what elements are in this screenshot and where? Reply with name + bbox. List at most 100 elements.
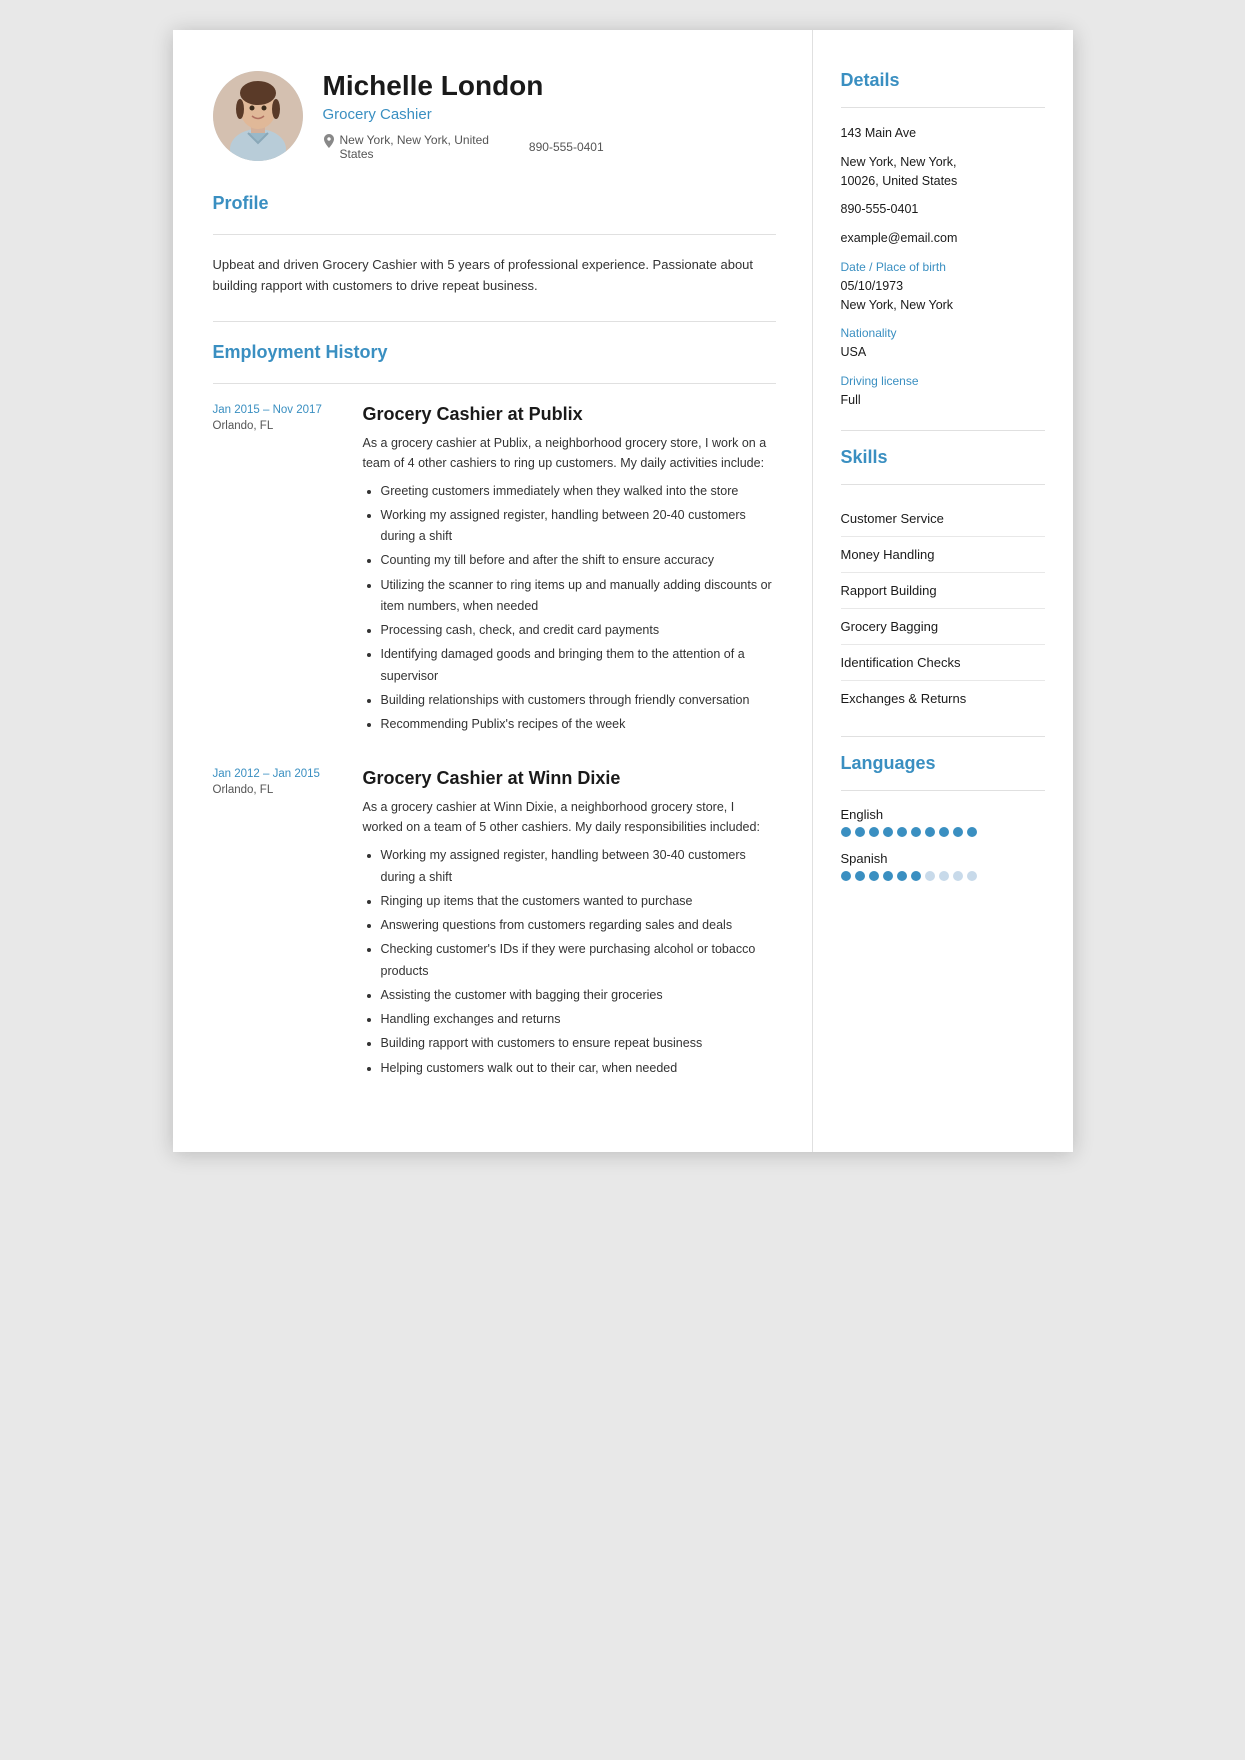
employment-title: Employment History xyxy=(213,342,776,363)
bullet-item: Checking customer's IDs if they were pur… xyxy=(381,939,776,982)
skill-item: Grocery Bagging xyxy=(841,609,1045,645)
dot-empty xyxy=(953,871,963,881)
job-title: Grocery Cashier xyxy=(323,106,604,123)
job-1-description: As a grocery cashier at Publix, a neighb… xyxy=(363,433,776,473)
location-text: New York, New York, United States xyxy=(340,133,489,161)
address-line1: 143 Main Ave xyxy=(841,124,1045,143)
dot-filled xyxy=(855,827,865,837)
job-2-meta: Jan 2012 – Jan 2015 Orlando, FL xyxy=(213,768,343,1082)
dot-filled xyxy=(911,871,921,881)
bullet-item: Helping customers walk out to their car,… xyxy=(381,1058,776,1079)
skill-item: Exchanges & Returns xyxy=(841,681,1045,716)
candidate-name: Michelle London xyxy=(323,70,604,102)
details-phone: 890-555-0401 xyxy=(841,200,1045,219)
dot-filled xyxy=(883,871,893,881)
employment-section: Employment History Jan 2015 – Nov 2017 O… xyxy=(213,342,776,1082)
profile-section: Profile Upbeat and driven Grocery Cashie… xyxy=(213,193,776,297)
dot-filled xyxy=(953,827,963,837)
dot-filled xyxy=(925,827,935,837)
bullet-item: Building rapport with customers to ensur… xyxy=(381,1033,776,1054)
job-1-date: Jan 2015 – Nov 2017 xyxy=(213,404,343,416)
dot-filled xyxy=(869,827,879,837)
job-1-content: Grocery Cashier at Publix As a grocery c… xyxy=(363,404,776,739)
details-divider xyxy=(841,107,1045,108)
bullet-item: Working my assigned register, handling b… xyxy=(381,845,776,888)
languages-section-divider xyxy=(841,736,1045,737)
dot-filled xyxy=(897,871,907,881)
details-email: example@email.com xyxy=(841,229,1045,248)
details-title: Details xyxy=(841,70,1045,91)
skill-item: Money Handling xyxy=(841,537,1045,573)
bullet-item: Building relationships with customers th… xyxy=(381,690,776,711)
dot-filled xyxy=(967,827,977,837)
dot-empty xyxy=(939,871,949,881)
bullet-item: Processing cash, check, and credit card … xyxy=(381,620,776,641)
bullet-item: Assisting the customer with bagging thei… xyxy=(381,985,776,1006)
right-column: Details 143 Main Ave New York, New York,… xyxy=(813,30,1073,1152)
bullet-item: Recommending Publix's recipes of the wee… xyxy=(381,714,776,735)
nationality-label: Nationality xyxy=(841,326,1045,340)
job-2-title: Grocery Cashier at Winn Dixie xyxy=(363,768,776,789)
language-name: Spanish xyxy=(841,851,1045,866)
dot-filled xyxy=(897,827,907,837)
skill-item: Identification Checks xyxy=(841,645,1045,681)
languages-list: English Spanish xyxy=(841,807,1045,881)
dot-filled xyxy=(855,871,865,881)
languages-divider xyxy=(841,790,1045,791)
language-name: English xyxy=(841,807,1045,822)
dot-filled xyxy=(869,871,879,881)
dot-filled xyxy=(841,827,851,837)
skills-list: Customer ServiceMoney HandlingRapport Bu… xyxy=(841,501,1045,716)
bullet-item: Counting my till before and after the sh… xyxy=(381,550,776,571)
job-2-description: As a grocery cashier at Winn Dixie, a ne… xyxy=(363,797,776,837)
dot-empty xyxy=(925,871,935,881)
dob-label: Date / Place of birth xyxy=(841,260,1045,274)
left-column: Michelle London Grocery Cashier New York… xyxy=(173,30,813,1152)
bullet-item: Handling exchanges and returns xyxy=(381,1009,776,1030)
section-divider xyxy=(213,321,776,322)
bullet-item: Ringing up items that the customers want… xyxy=(381,891,776,912)
job-1-location: Orlando, FL xyxy=(213,420,343,432)
bullet-item: Utilizing the scanner to ring items up a… xyxy=(381,575,776,618)
job-1-meta: Jan 2015 – Nov 2017 Orlando, FL xyxy=(213,404,343,739)
bullet-item: Answering questions from customers regar… xyxy=(381,915,776,936)
profile-divider xyxy=(213,234,776,235)
language-item: Spanish xyxy=(841,851,1045,881)
bullet-item: Greeting customers immediately when they… xyxy=(381,481,776,502)
skills-section: Skills Customer ServiceMoney HandlingRap… xyxy=(841,447,1045,716)
driving-label: Driving license xyxy=(841,374,1045,388)
header-contact-row: New York, New York, United States 890-55… xyxy=(323,133,604,161)
header-phone: 890-555-0401 xyxy=(529,140,604,154)
skills-divider xyxy=(841,484,1045,485)
job-2-content: Grocery Cashier at Winn Dixie As a groce… xyxy=(363,768,776,1082)
avatar xyxy=(213,71,303,161)
profile-title: Profile xyxy=(213,193,776,214)
dot-empty xyxy=(967,871,977,881)
location-icon xyxy=(323,134,335,148)
skills-title: Skills xyxy=(841,447,1045,468)
dot-filled xyxy=(883,827,893,837)
job-1-bullets: Greeting customers immediately when they… xyxy=(363,481,776,736)
job-1-title: Grocery Cashier at Publix xyxy=(363,404,776,425)
bullet-item: Identifying damaged goods and bringing t… xyxy=(381,644,776,687)
language-item: English xyxy=(841,807,1045,837)
dob-value: 05/10/1973 New York, New York xyxy=(841,277,1045,315)
driving-value: Full xyxy=(841,391,1045,410)
header-info: Michelle London Grocery Cashier New York… xyxy=(323,70,604,161)
resume-container: Michelle London Grocery Cashier New York… xyxy=(173,30,1073,1152)
nationality-value: USA xyxy=(841,343,1045,362)
languages-title: Languages xyxy=(841,753,1045,774)
dot-filled xyxy=(841,871,851,881)
skill-item: Rapport Building xyxy=(841,573,1045,609)
details-section: Details 143 Main Ave New York, New York,… xyxy=(841,70,1045,410)
language-dots xyxy=(841,827,1045,837)
employment-divider xyxy=(213,383,776,384)
profile-text: Upbeat and driven Grocery Cashier with 5… xyxy=(213,255,776,297)
job-2-date: Jan 2012 – Jan 2015 xyxy=(213,768,343,780)
dot-filled xyxy=(911,827,921,837)
language-dots xyxy=(841,871,1045,881)
header-section: Michelle London Grocery Cashier New York… xyxy=(213,70,776,161)
job-2-bullets: Working my assigned register, handling b… xyxy=(363,845,776,1079)
bullet-item: Working my assigned register, handling b… xyxy=(381,505,776,548)
header-location: New York, New York, United States xyxy=(323,133,489,161)
